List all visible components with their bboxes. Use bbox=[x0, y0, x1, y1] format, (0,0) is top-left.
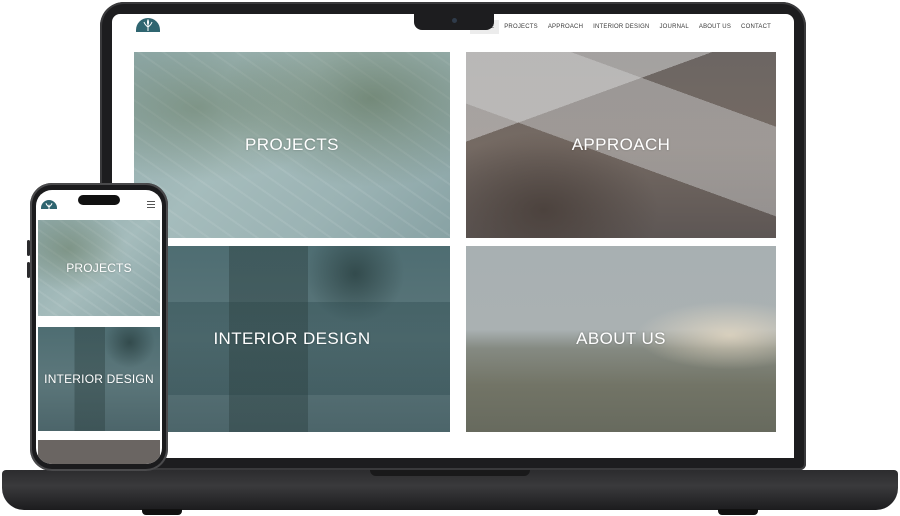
tile-about-us[interactable]: ABOUT US bbox=[466, 246, 776, 432]
laptop-screen: HOME PROJECTS APPROACH INTERIOR DESIGN J… bbox=[112, 14, 794, 458]
nav-approach[interactable]: APPROACH bbox=[543, 20, 588, 34]
nav-projects[interactable]: PROJECTS bbox=[499, 20, 543, 34]
laptop-foot bbox=[718, 509, 758, 515]
plant-logo-icon[interactable] bbox=[41, 200, 57, 209]
tile-projects-label: PROJECTS bbox=[245, 135, 339, 154]
tile-approach-label: APPROACH bbox=[571, 135, 671, 154]
mobile-tile-interior-design[interactable]: INTERIOR DESIGN bbox=[38, 327, 160, 431]
mobile-tile-projects-label: PROJECTS bbox=[66, 261, 132, 275]
nav-about-us[interactable]: ABOUT US bbox=[694, 20, 736, 34]
mobile-tile-projects[interactable]: PROJECTS bbox=[38, 220, 160, 316]
laptop-base bbox=[2, 470, 898, 515]
hamburger-menu-icon[interactable] bbox=[147, 201, 155, 210]
mobile-tile-interior-design-label: INTERIOR DESIGN bbox=[44, 372, 154, 386]
tile-about-us-label: ABOUT US bbox=[576, 329, 666, 348]
phone-dynamic-island bbox=[78, 195, 120, 205]
camera-notch bbox=[414, 14, 494, 30]
main-nav: HOME PROJECTS APPROACH INTERIOR DESIGN J… bbox=[470, 20, 776, 34]
tile-approach[interactable]: APPROACH bbox=[466, 52, 776, 238]
plant-logo-icon[interactable] bbox=[136, 18, 160, 32]
camera-icon bbox=[452, 18, 457, 23]
nav-interior-design[interactable]: INTERIOR DESIGN bbox=[588, 20, 654, 34]
tile-projects[interactable]: PROJECTS bbox=[134, 52, 450, 238]
trackpad-notch bbox=[370, 470, 530, 476]
laptop-foot bbox=[142, 509, 182, 515]
mobile-tile-next[interactable] bbox=[38, 440, 160, 464]
nav-journal[interactable]: JOURNAL bbox=[654, 20, 693, 34]
nav-contact[interactable]: CONTACT bbox=[736, 20, 776, 34]
phone-screen: PROJECTS INTERIOR DESIGN bbox=[36, 190, 162, 464]
tile-interior-design[interactable]: INTERIOR DESIGN bbox=[134, 246, 450, 432]
tile-interior-design-label: INTERIOR DESIGN bbox=[213, 329, 371, 348]
